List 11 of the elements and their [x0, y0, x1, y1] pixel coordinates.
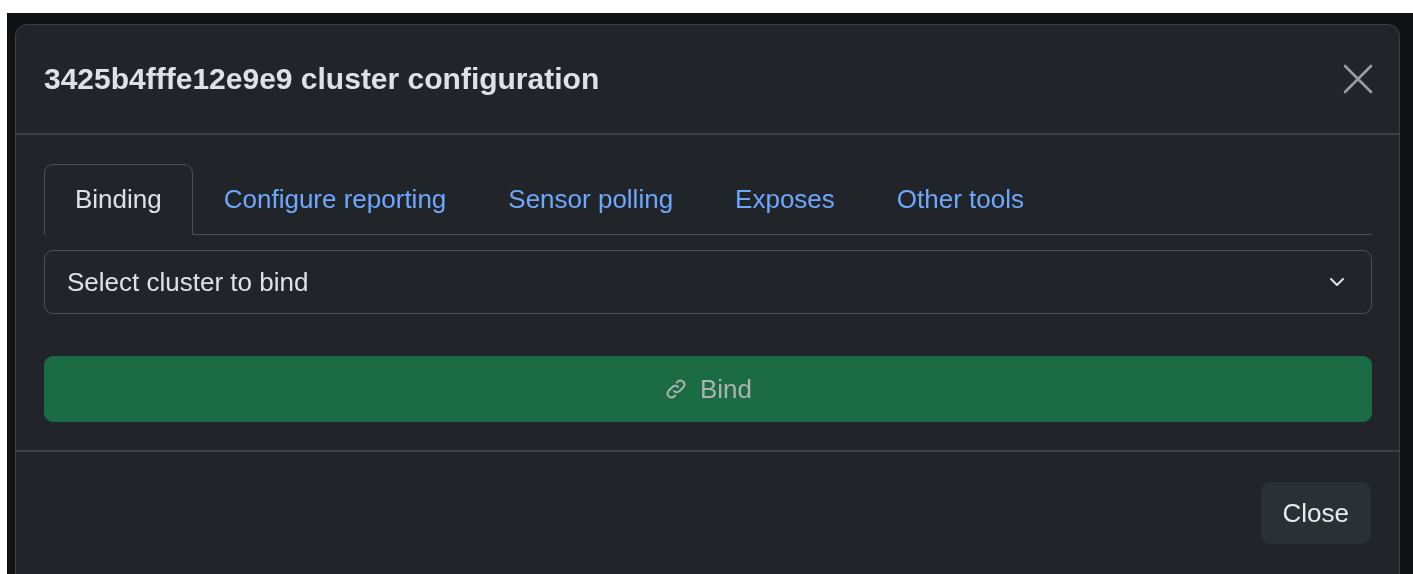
cluster-select[interactable]: Select cluster to bind [44, 250, 1372, 314]
tab[interactable]: Configure reporting [192, 164, 478, 235]
link-icon [663, 377, 688, 401]
tab[interactable]: Binding [44, 164, 193, 235]
close-button[interactable]: Close [1260, 482, 1371, 544]
chevron-down-icon [1329, 277, 1345, 287]
tab[interactable]: Exposes [704, 164, 866, 235]
close-icon[interactable] [1343, 64, 1373, 94]
tab[interactable]: Sensor polling [477, 164, 705, 235]
tab[interactable]: Other tools [865, 164, 1055, 235]
dialog-title: 3425b4fffe12e9e9 cluster configuration [44, 62, 600, 96]
